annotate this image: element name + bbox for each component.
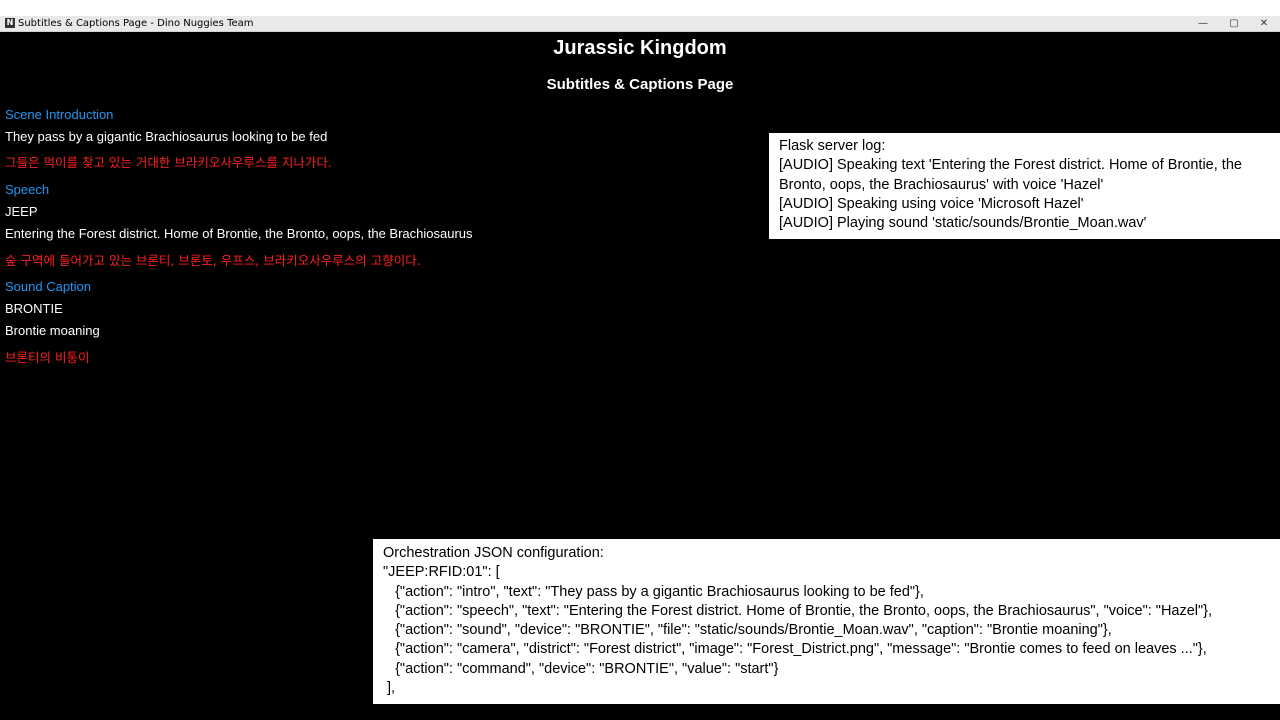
speech-speaker: JEEP [5, 204, 38, 219]
json-line: {"action": "camera", "district": "Forest… [383, 641, 1207, 658]
json-line: "JEEP:RFID:01": [ [383, 564, 500, 581]
intro-text-en: They pass by a gigantic Brachiosaurus lo… [5, 129, 328, 144]
sound-device: BRONTIE [5, 301, 63, 316]
flask-log-line: [AUDIO] Speaking text 'Entering the Fore… [779, 157, 1242, 174]
window-title: Subtitles & Captions Page - Dino Nuggies… [18, 18, 254, 29]
json-line: {"action": "speech", "text": "Entering t… [383, 602, 1213, 619]
page-subtitle: Subtitles & Captions Page [546, 76, 734, 93]
app-icon: N [5, 18, 15, 28]
speech-text-ko: 숲 구역에 들어가고 있는 브론티, 브론토, 우프스, 브라키오사우루스의 고… [5, 253, 421, 268]
orchestration-title: Orchestration JSON configuration: [383, 545, 604, 561]
close-button[interactable]: ✕ [1249, 16, 1279, 31]
sound-text-ko: 브론티의 비통이 [5, 350, 90, 365]
json-line: {"action": "command", "device": "BRONTIE… [383, 660, 779, 677]
orchestration-json-panel: Orchestration JSON configuration: "JEEP:… [373, 539, 1280, 704]
section-heading-speech: Speech [5, 182, 50, 197]
speech-text-en: Entering the Forest district. Home of Br… [5, 226, 473, 241]
minimize-button[interactable]: — [1188, 16, 1218, 31]
section-heading-sound: Sound Caption [5, 279, 92, 294]
maximize-button[interactable]: ▢ [1219, 16, 1249, 31]
flask-log-panel: Flask server log: [AUDIO] Speaking text … [769, 133, 1280, 239]
flask-log-line: [AUDIO] Playing sound 'static/sounds/Bro… [779, 215, 1147, 232]
section-heading-intro: Scene Introduction [5, 107, 114, 122]
json-line: ], [383, 680, 396, 697]
sound-text-en: Brontie moaning [5, 323, 100, 338]
flask-log-title: Flask server log: [779, 138, 886, 154]
intro-text-ko: 그들은 먹이를 찾고 있는 거대한 브라키오사우루스를 지나가다. [5, 155, 332, 170]
page-title: Jurassic Kingdom [553, 37, 727, 59]
flask-log-line: [AUDIO] Speaking using voice 'Microsoft … [779, 195, 1084, 212]
flask-log-line: Bronto, oops, the Brachiosaurus' with vo… [779, 176, 1104, 193]
window-title-bar[interactable]: N Subtitles & Captions Page - Dino Nuggi… [0, 16, 1280, 32]
json-line: {"action": "intro", "text": "They pass b… [383, 583, 924, 600]
json-line: {"action": "sound", "device": "BRONTIE",… [383, 622, 1112, 639]
